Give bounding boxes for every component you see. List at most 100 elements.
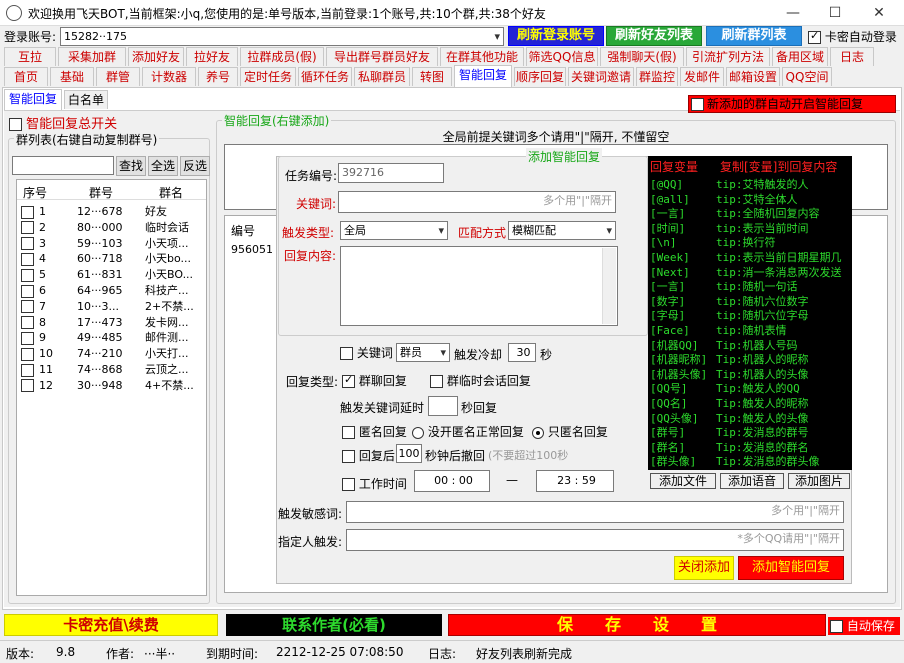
refresh-groups-button[interactable]: 刷新群列表 [706,26,802,46]
auto-enable-checkbox[interactable] [691,98,704,111]
recall-seconds-input[interactable]: 100 [396,444,422,463]
subtab-whitelist[interactable]: 白名单 [64,90,108,109]
var-item[interactable]: [@all] tip:艾特全体人 [650,192,798,207]
var-item[interactable]: [Week] tip:表示当前日期星期几 [650,250,842,265]
autosave-checkbox[interactable] [830,618,843,636]
tab-row2-12[interactable]: 关键词邀请 [568,67,634,86]
var-item[interactable]: [机器昵称] Tip:机器人的昵称 [650,352,809,367]
var-item[interactable]: [\n] tip:换行符 [650,235,776,250]
add-voice-button[interactable]: 添加语音 [720,473,784,489]
group-chat-reply-checkbox[interactable] [342,373,355,388]
var-item[interactable]: [QQ名] Tip:触发人的昵称 [650,396,809,411]
recharge-button[interactable]: 卡密充值\续费 [4,614,218,636]
cooldown-input[interactable]: 30 [508,343,536,362]
table-row[interactable]: 2 80···000 临时会话 [21,220,201,236]
auto-login-checkbox[interactable] [808,29,821,44]
invert-button[interactable]: 反选 [180,156,210,176]
work-time-checkbox[interactable] [342,478,355,491]
anonymous-reply-checkbox[interactable] [342,426,355,439]
keyword-role-select[interactable]: 群员 [396,343,450,362]
var-item[interactable]: [时间] tip:表示当前时间 [650,221,809,236]
reply-content-textarea[interactable] [340,246,618,326]
refresh-friends-button[interactable]: 刷新好友列表 [606,26,702,46]
table-row[interactable]: 11 74···868 云顶之... [21,362,201,378]
var-item[interactable]: [数字] tip:随机六位数字 [650,294,809,309]
var-item[interactable]: [QQ头像] Tip:触发人的头像 [650,411,809,426]
table-row[interactable]: 4 60···718 小天bo... [21,251,201,267]
row-checkbox[interactable] [21,331,34,345]
close-button[interactable]: ✕ [856,0,902,26]
contact-author-button[interactable]: 联系作者(必看) [226,614,442,636]
table-row[interactable]: 10 74···210 小天打... [21,346,201,362]
table-row[interactable]: 12 30···948 4+不禁... [21,378,201,394]
add-smart-reply-button[interactable]: 添加智能回复 [738,556,844,580]
tab-8[interactable]: 筛选QQ信息 [526,47,598,66]
row-checkbox[interactable] [21,316,34,330]
tab-row2-4[interactable]: 计数器 [142,67,196,86]
var-item[interactable]: [Face] tip:随机表情 [650,323,787,338]
row-checkbox[interactable] [21,237,34,251]
tab-2[interactable]: 采集加群 [58,47,126,66]
master-switch[interactable]: 智能回复总开关 [9,113,117,132]
tab-7[interactable]: 在群其他功能 [440,47,524,66]
tab-row2-9[interactable]: 转图 [412,67,452,86]
var-item[interactable]: [机器头像] Tip:机器人的头像 [650,367,809,382]
maximize-button[interactable]: ☐ [812,0,858,26]
master-switch-checkbox[interactable] [9,118,22,131]
task-id-input[interactable]: 392716 [338,163,444,183]
tab-row2-8[interactable]: 私聊群员 [354,67,410,86]
search-button[interactable]: 查找 [116,156,146,176]
row-checkbox[interactable] [21,221,34,235]
row-checkbox[interactable] [21,379,34,393]
tab-1[interactable]: 互拉 [4,47,56,66]
autosave-toggle[interactable]: 自动保存 [828,617,900,636]
row-checkbox[interactable] [21,205,34,219]
tab-11[interactable]: 备用区域 [772,47,828,66]
temp-session-reply-option[interactable]: 群临时会话回复 [430,372,531,389]
reply-row-id[interactable]: 956051 [231,243,273,256]
tab-row2-6[interactable]: 定时任务 [240,67,296,86]
account-select[interactable]: 15282··175 [60,27,504,46]
var-item[interactable]: [群头像] Tip:发消息的群头像 [650,454,820,469]
keyword-trigger-checkbox[interactable] [340,347,353,360]
tab-row2-10[interactable]: 智能回复 [454,65,512,87]
var-item[interactable]: [群名] Tip:发消息的群名 [650,440,809,455]
delay-input[interactable] [428,396,458,416]
table-row[interactable]: 5 61···831 小天BO... [21,267,201,283]
row-checkbox[interactable] [21,300,34,314]
table-row[interactable]: 9 49···485 邮件测... [21,330,201,346]
temp-session-reply-checkbox[interactable] [430,375,443,388]
tab-row2-15[interactable]: 邮箱设置 [726,67,780,86]
tab-row2-11[interactable]: 顺序回复 [514,67,566,86]
table-row[interactable]: 1 12···678 好友 [21,204,201,220]
group-search-input[interactable] [12,156,114,175]
specified-person-input[interactable]: *多个QQ请用"|"隔开 [346,529,844,551]
keyword-input[interactable]: 多个用"|"隔开 [338,191,616,213]
tab-5[interactable]: 拉群成员(假) [240,47,324,66]
row-checkbox[interactable] [21,284,34,298]
row-checkbox[interactable] [21,363,34,377]
vars-list[interactable]: [@QQ] tip:艾特触发的人 [@all] tip:艾特全体人 [一言] tip:全随… [648,176,852,470]
tab-10[interactable]: 引流扩列方法 [686,47,770,66]
row-checkbox[interactable] [21,268,34,282]
work-time-start[interactable]: 00 : 00 [414,470,490,492]
work-time-option[interactable]: 工作时间 [342,475,407,492]
auto-login-toggle[interactable]: 卡密自动登录 [808,28,897,45]
tab-row2-16[interactable]: QQ空间 [782,67,832,86]
recall-checkbox[interactable] [342,450,355,463]
anon-only-radio[interactable]: 只匿名回复 [532,423,608,440]
add-file-button[interactable]: 添加文件 [650,473,716,489]
save-settings-button[interactable]: 保 存 设 置 [448,614,826,636]
tab-9[interactable]: 强制聊天(假) [600,47,684,66]
var-item[interactable]: [一言] tip:全随机回复内容 [650,206,820,221]
var-item[interactable]: [一言] tip:随机一句话 [650,279,798,294]
tab-row2-2[interactable]: 基础 [50,67,94,86]
minimize-button[interactable]: — [770,0,816,26]
var-item[interactable]: [Next] tip:消一条消息两次发送 [650,265,842,280]
recall-option[interactable]: 回复后 [342,447,395,464]
subtab-smart-reply[interactable]: 智能回复 [4,89,62,111]
close-add-button[interactable]: 关闭添加 [674,556,734,580]
tab-row2-14[interactable]: 发邮件 [680,67,724,86]
table-row[interactable]: 8 17···473 发卡网... [21,315,201,331]
tab-row2-1[interactable]: 首页 [4,67,48,86]
